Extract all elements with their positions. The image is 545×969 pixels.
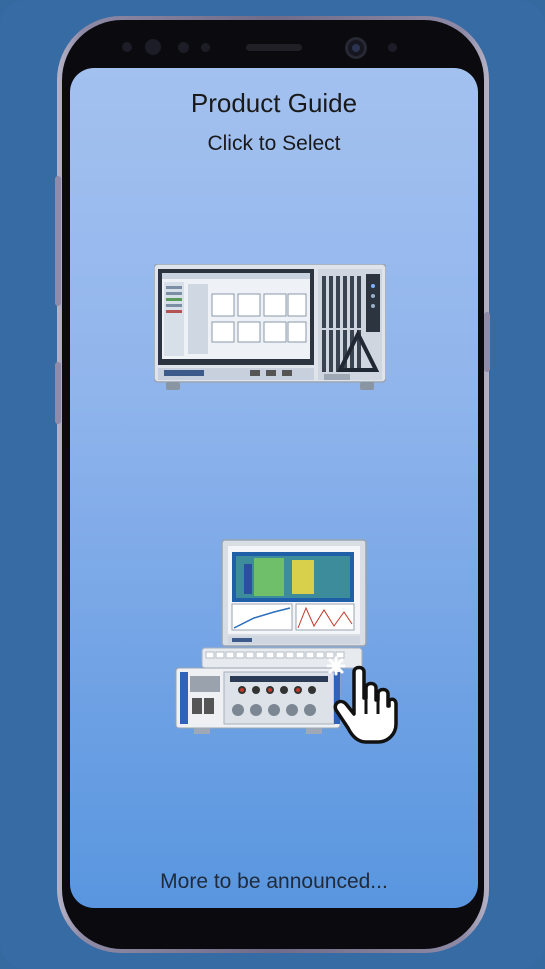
page-subtitle: Click to Select bbox=[207, 132, 341, 155]
volume-up-button bbox=[55, 176, 61, 306]
product-rack-daq[interactable] bbox=[153, 263, 387, 392]
proximity-sensor bbox=[122, 42, 132, 52]
rack-daq-image bbox=[153, 263, 387, 390]
iris-sensor bbox=[178, 42, 189, 53]
tap-hand-icon bbox=[326, 648, 398, 744]
earpiece-speaker bbox=[246, 44, 302, 51]
app-screen: Product Guide Click to Select More to be… bbox=[70, 68, 478, 908]
volume-down-button bbox=[55, 362, 61, 424]
light-sensor bbox=[201, 43, 210, 52]
page-title: Product Guide bbox=[190, 88, 358, 118]
footer-announcement: More to be announced... bbox=[160, 870, 388, 893]
power-button bbox=[484, 312, 490, 372]
front-camera bbox=[345, 37, 367, 59]
front-sensor bbox=[145, 39, 161, 55]
camera-flash bbox=[388, 43, 397, 52]
